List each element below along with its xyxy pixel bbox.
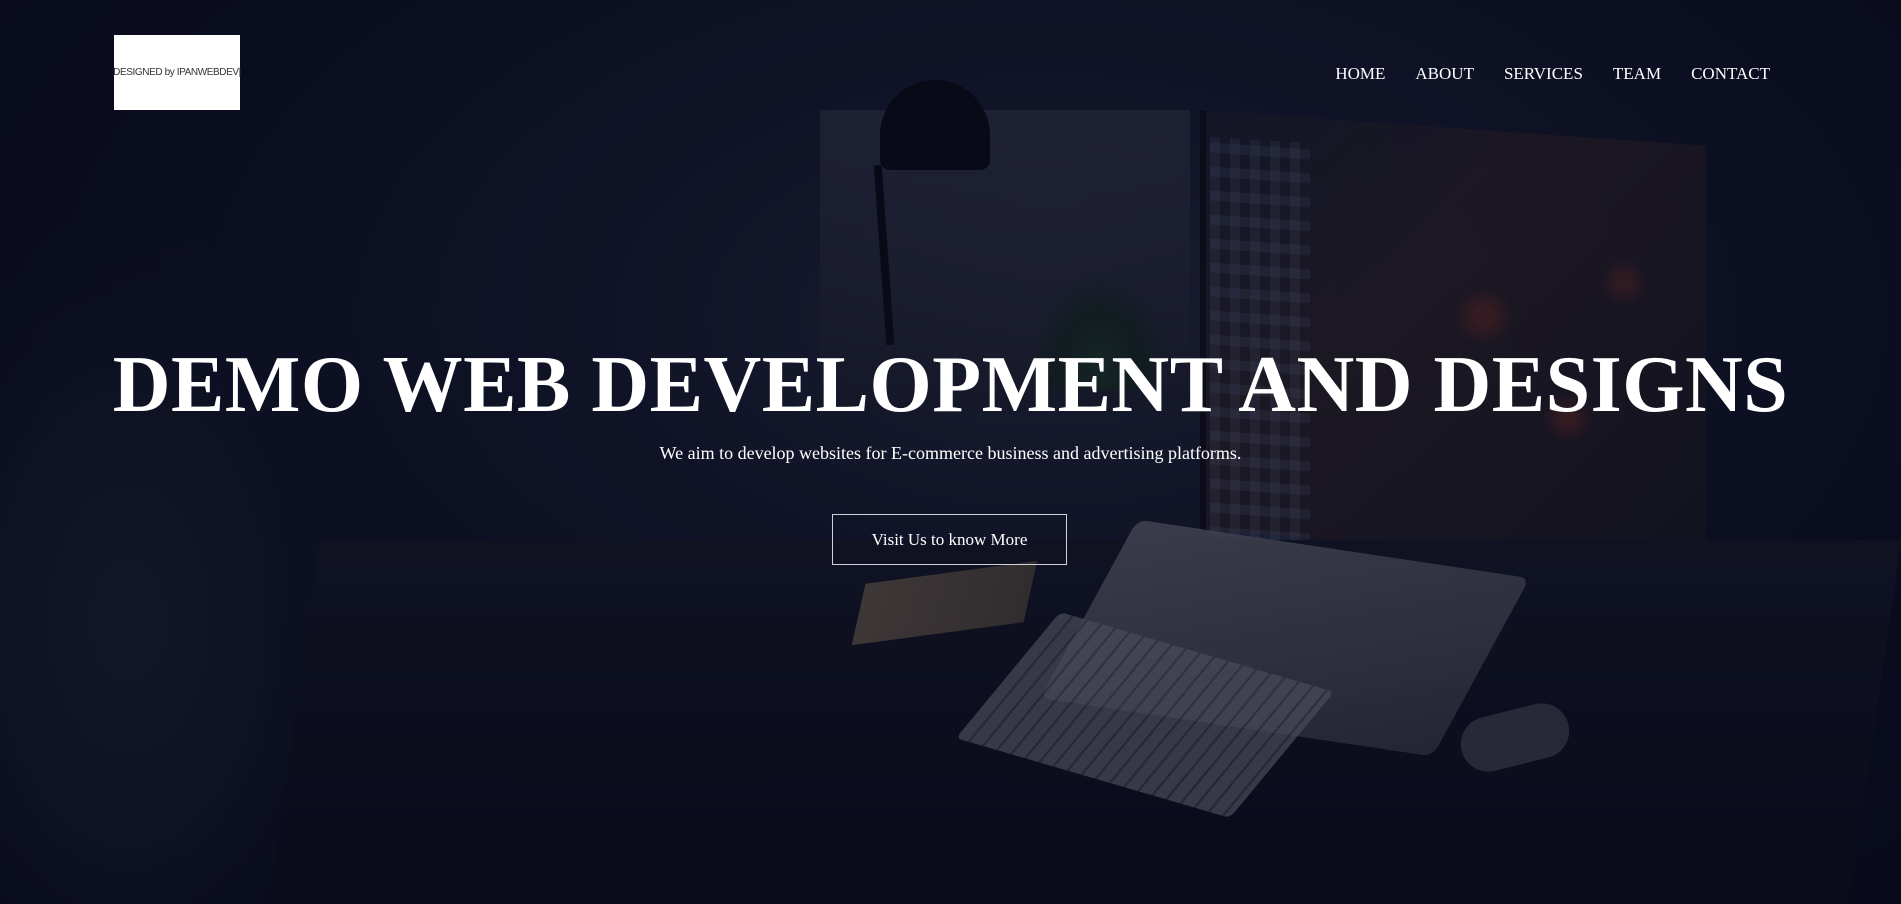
nav-item-home[interactable]: HOME (1335, 64, 1385, 84)
nav-item-team[interactable]: TEAM (1613, 64, 1661, 84)
nav-item-about[interactable]: ABOUT (1415, 64, 1474, 84)
nav-item-services[interactable]: SERVICES (1504, 64, 1583, 84)
nav-item-contact[interactable]: CONTACT (1691, 64, 1770, 84)
logo[interactable]: DESIGNED by IPANWEBDEV| (113, 35, 241, 110)
visit-us-button[interactable]: Visit Us to know More (832, 514, 1067, 565)
hero-subtitle: We aim to develop websites for E-commerc… (659, 443, 1242, 463)
hero-section: DESIGNED by IPANWEBDEV| HOME ABOUT SERVI… (0, 0, 1901, 904)
main-nav: HOME ABOUT SERVICES TEAM CONTACT (1335, 64, 1770, 84)
logo-text: DESIGNED by IPANWEBDEV| (113, 67, 241, 78)
hero-headline: DEMO WEB DEVELOPMENT AND DESIGNS (112, 341, 1789, 429)
